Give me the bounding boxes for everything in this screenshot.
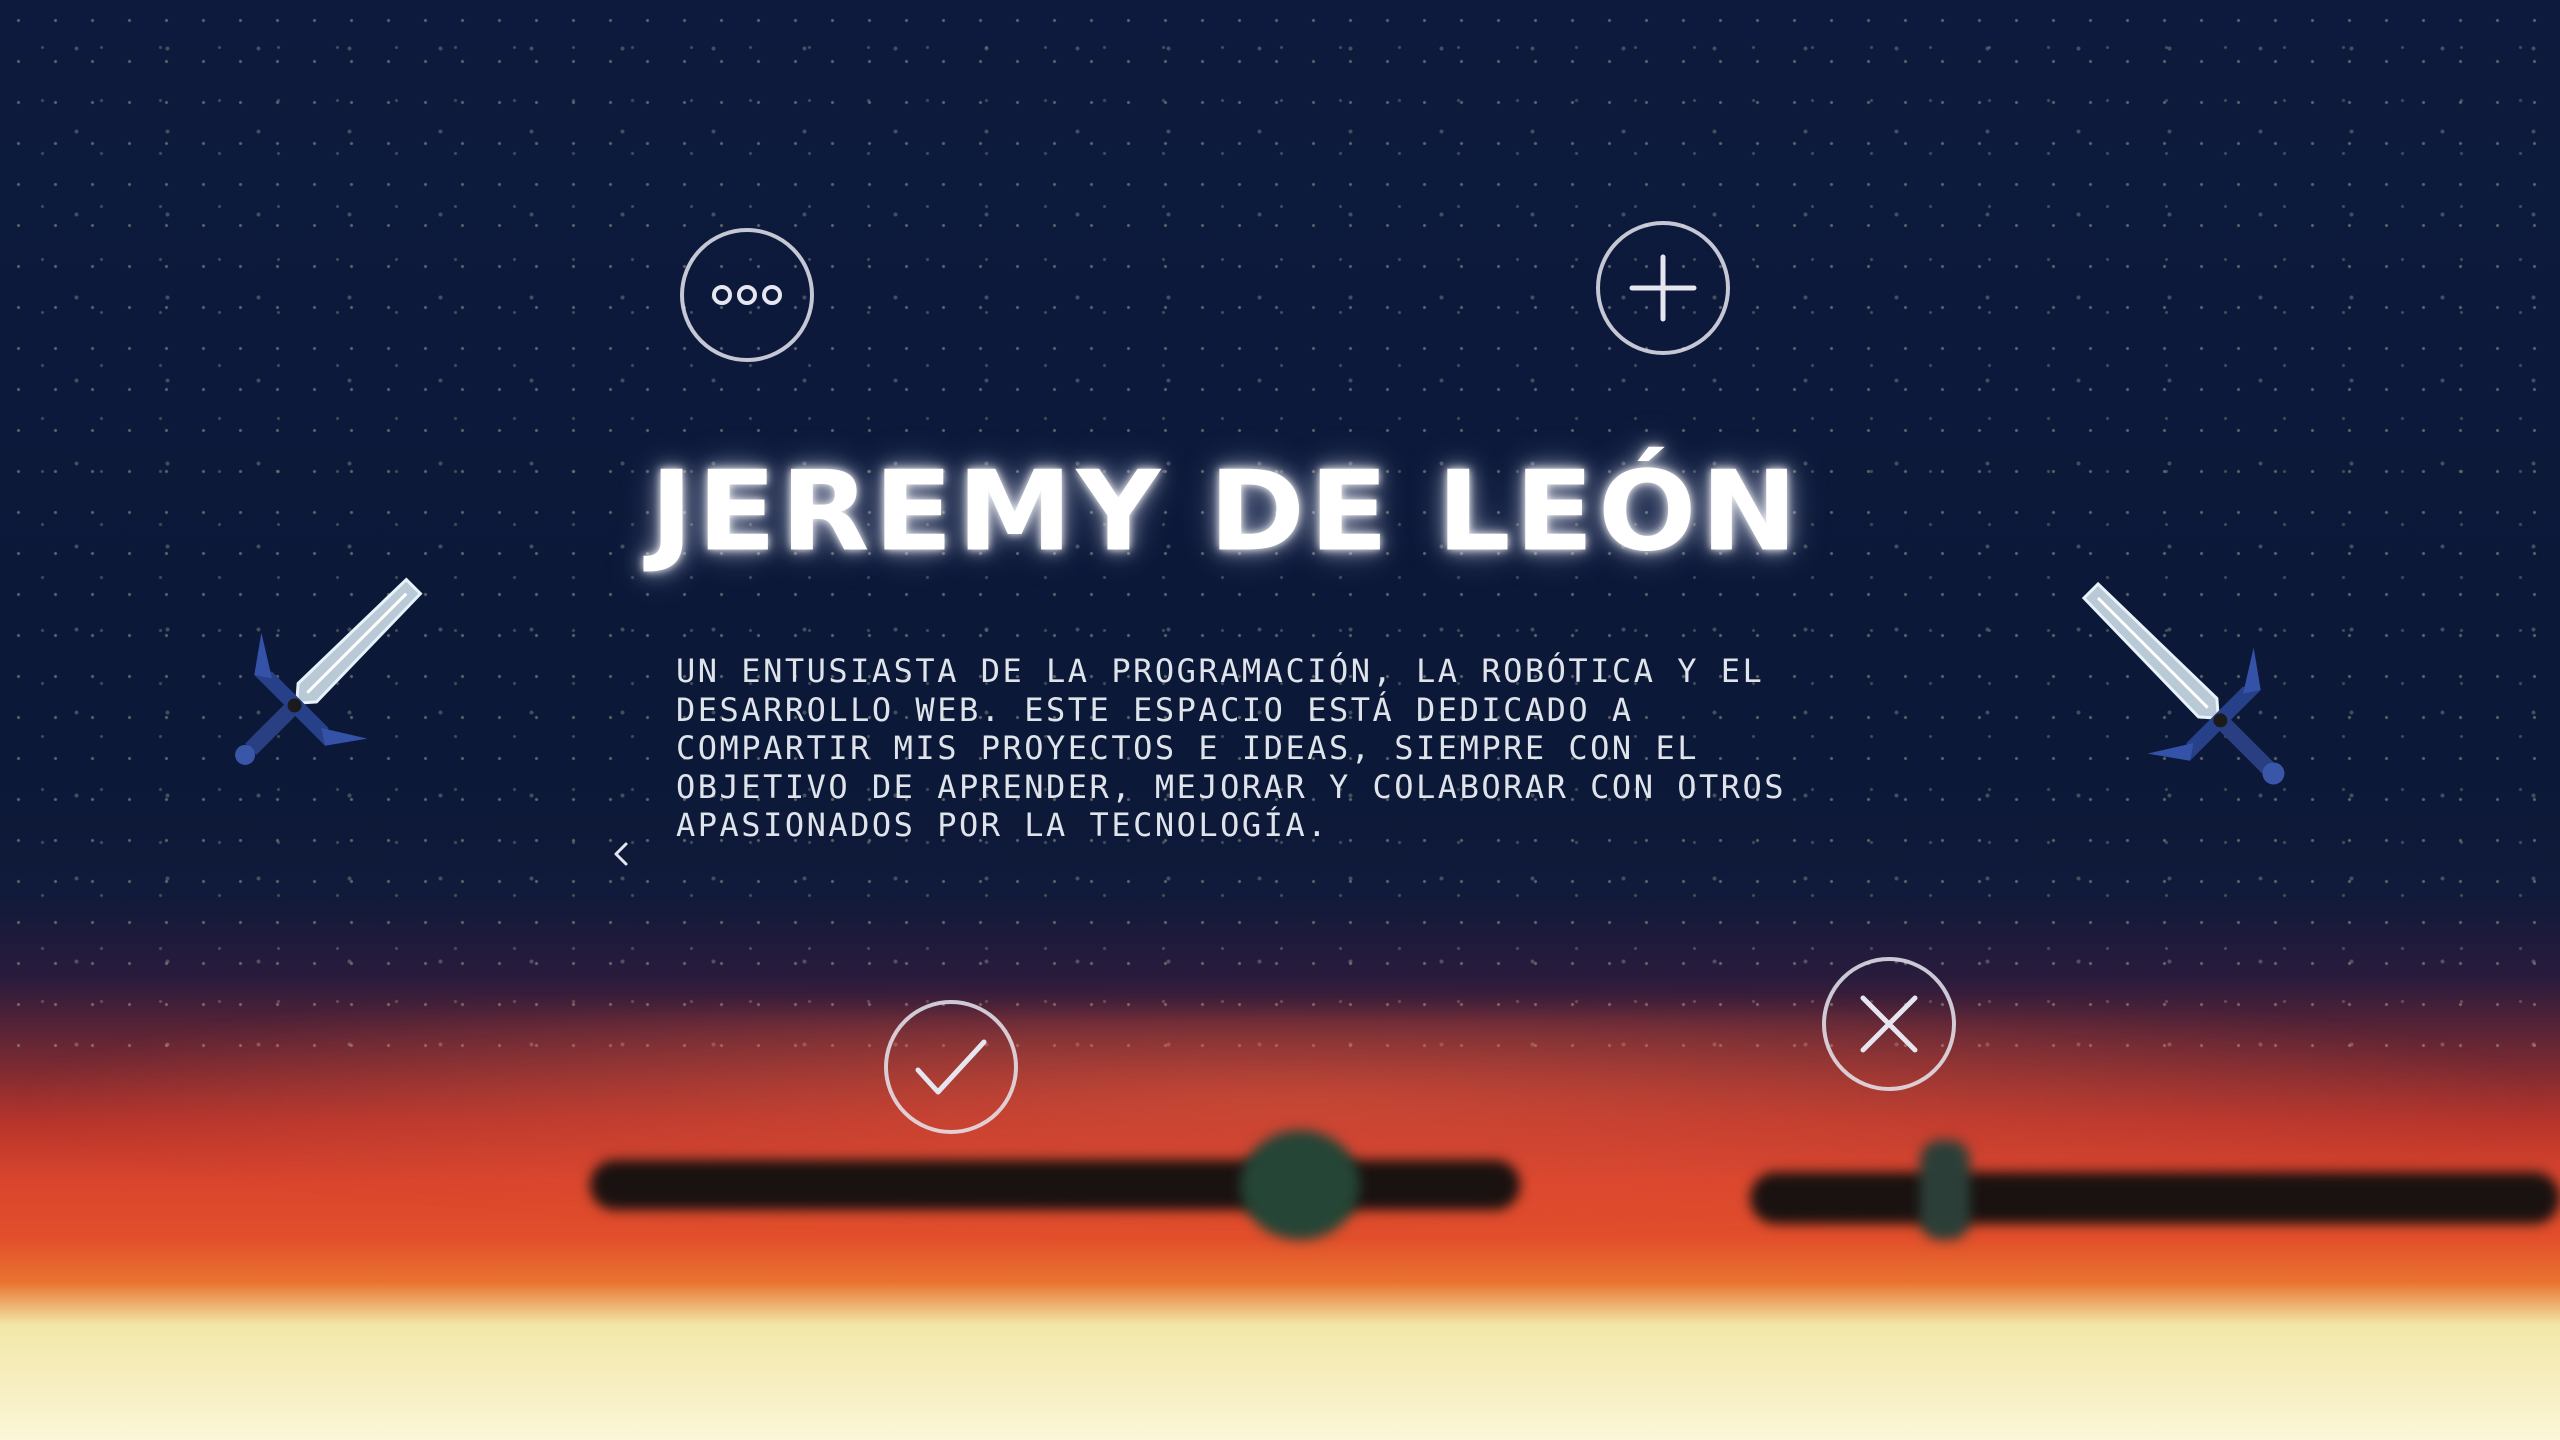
close-icon	[1860, 995, 1918, 1053]
more-dots-icon	[712, 285, 782, 305]
plus-icon	[1629, 254, 1697, 322]
hero-stage: JEREMY DE LEÓN UN ENTUSIASTA DE LA PROGR…	[0, 0, 2560, 1440]
background-silhouette	[590, 1160, 1520, 1210]
add-button[interactable]	[1596, 221, 1730, 355]
background-silhouette	[1920, 1140, 1970, 1240]
background-silhouette	[1240, 1130, 1360, 1240]
hero-title: JEREMY DE LEÓN	[650, 448, 1802, 577]
sword-icon	[2081, 581, 2285, 785]
sword-icon	[235, 577, 423, 765]
check-icon	[915, 1039, 987, 1095]
confirm-button[interactable]	[884, 1000, 1018, 1134]
more-button[interactable]	[680, 228, 814, 362]
background-silhouette	[1750, 1172, 2560, 1224]
hero-description: UN ENTUSIASTA DE LA PROGRAMACIÓN, LA ROB…	[676, 652, 1787, 844]
chevron-left-icon[interactable]	[606, 834, 636, 874]
close-button[interactable]	[1822, 957, 1956, 1091]
